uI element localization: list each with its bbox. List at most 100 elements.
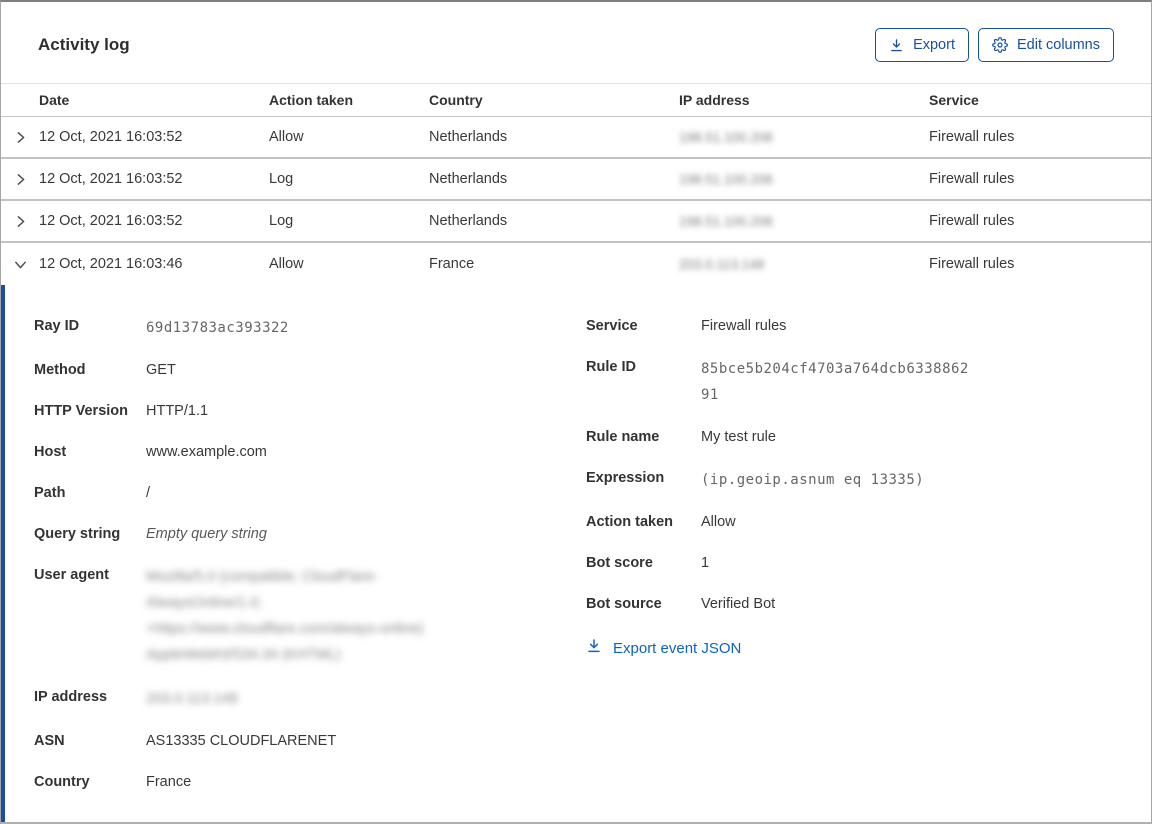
export-event-json-link[interactable]: Export event JSON (586, 638, 741, 658)
detail-field-value: (ip.geoip.asnum eq 13335) (701, 472, 925, 488)
cell-country: Netherlands (429, 171, 508, 187)
detail-field: Bot score 1 (586, 552, 1131, 575)
edit-columns-button-label: Edit columns (1016, 37, 1100, 53)
detail-field-label: Bot source (586, 596, 662, 612)
export-button-label: Export (913, 37, 955, 53)
activity-log-page: Activity log Export Edit columns Date Ac… (0, 0, 1152, 824)
table-row[interactable]: 12 Oct, 2021 16:03:46 Allow France 203.0… (1, 243, 1151, 285)
chevron-down-icon (13, 257, 28, 272)
detail-field-value: 69d13783ac393322 (146, 320, 289, 336)
detail-field: Query string Empty query string (34, 523, 586, 546)
cell-action-taken: Allow (269, 256, 304, 272)
detail-field: Service Firewall rules (586, 315, 1131, 338)
event-detail-panel: Ray ID 69d13783ac393322 Method GET HTTP … (1, 285, 1151, 822)
cell-ip-address: 203.0.113.148 (679, 256, 765, 272)
cell-action-taken: Allow (269, 129, 304, 145)
detail-field: Path / (34, 482, 586, 505)
detail-field: Bot source Verified Bot (586, 593, 1131, 616)
detail-field-value: Empty query string (146, 526, 267, 542)
detail-field-value: Verified Bot (701, 596, 776, 612)
detail-field: Ray ID 69d13783ac393322 (34, 315, 586, 341)
cell-service: Firewall rules (929, 129, 1015, 145)
detail-field-value: AS13335 CLOUDFLARENET (146, 733, 337, 749)
topbar: Activity log Export Edit columns (1, 2, 1151, 83)
detail-field-value: HTTP/1.1 (146, 403, 209, 419)
toolbar-actions: Export Edit columns (875, 28, 1114, 62)
cell-service: Firewall rules (929, 171, 1015, 187)
detail-field-value: France (146, 774, 192, 790)
page-title: Activity log (38, 35, 130, 54)
detail-field: ASN AS13335 CLOUDFLARENET (34, 730, 586, 753)
chevron-right-icon (13, 130, 28, 145)
detail-field-label: Bot score (586, 555, 653, 571)
detail-field-value: Firewall rules (701, 318, 787, 334)
detail-field: Action taken Allow (586, 511, 1131, 534)
cell-country: France (429, 256, 475, 272)
detail-field-label: Action taken (586, 514, 674, 530)
cell-ip-address: 198.51.100.206 (679, 213, 773, 229)
detail-field-value: 85bce5b204cf4703a764dcb633886291 (701, 361, 969, 403)
detail-field-label: IP address (34, 689, 108, 705)
cell-date: 12 Oct, 2021 16:03:46 (39, 256, 183, 272)
detail-field-value: My test rule (701, 429, 776, 445)
cell-date: 12 Oct, 2021 16:03:52 (39, 171, 183, 187)
detail-field-label: Rule ID (586, 359, 636, 375)
detail-field: Country France (34, 771, 586, 794)
detail-field-label: Method (34, 362, 86, 378)
cell-service: Firewall rules (929, 256, 1015, 272)
detail-field-label: HTTP Version (34, 403, 129, 419)
edit-columns-button[interactable]: Edit columns (977, 28, 1114, 62)
cell-date: 12 Oct, 2021 16:03:52 (39, 129, 183, 145)
detail-field-label: Country (34, 774, 90, 790)
cell-action-taken: Log (269, 171, 294, 187)
detail-field: Rule name My test rule (586, 426, 1131, 449)
column-header-action-taken: Action taken (269, 92, 354, 108)
cell-country: Netherlands (429, 213, 508, 229)
detail-field-label: User agent (34, 567, 109, 583)
detail-field-label: Path (34, 485, 66, 501)
detail-field-value: Allow (701, 514, 736, 530)
cell-date: 12 Oct, 2021 16:03:52 (39, 213, 183, 229)
export-button[interactable]: Export (875, 28, 969, 62)
detail-field-label: Rule name (586, 429, 660, 445)
detail-field-label: Expression (586, 470, 665, 486)
detail-field-value: 203.0.113.148 (146, 691, 238, 707)
column-header-date: Date (39, 92, 70, 108)
detail-field-value: / (146, 485, 151, 501)
detail-field: Expression (ip.geoip.asnum eq 13335) (586, 467, 1131, 493)
detail-right-column: Service Firewall rules Rule ID 85bce5b20… (586, 315, 1131, 659)
cell-country: Netherlands (429, 129, 508, 145)
table-row[interactable]: 12 Oct, 2021 16:03:52 Log Netherlands 19… (1, 201, 1151, 243)
detail-field: IP address 203.0.113.148 (34, 686, 586, 712)
detail-field-label: Query string (34, 526, 121, 542)
download-icon (586, 638, 602, 658)
detail-field-label: Host (34, 444, 67, 460)
cell-ip-address: 198.51.100.206 (679, 171, 773, 187)
detail-field-value: GET (146, 362, 176, 378)
detail-field: Method GET (34, 359, 586, 382)
detail-field: User agent Mozilla/5.0 (compatible; Clou… (34, 564, 586, 668)
gear-icon (992, 37, 1008, 53)
chevron-right-icon (13, 214, 28, 229)
column-header-ip-address: IP address (679, 92, 750, 108)
detail-field-value: www.example.com (146, 444, 267, 460)
detail-field-label: ASN (34, 733, 65, 749)
detail-field-label: Service (586, 318, 638, 334)
cell-ip-address: 198.51.100.206 (679, 129, 773, 145)
table-body: 12 Oct, 2021 16:03:52 Allow Netherlands … (1, 117, 1151, 285)
table-row[interactable]: 12 Oct, 2021 16:03:52 Allow Netherlands … (1, 117, 1151, 159)
detail-field: HTTP Version HTTP/1.1 (34, 400, 586, 423)
chevron-right-icon (13, 172, 28, 187)
detail-field-value: 1 (701, 555, 710, 571)
detail-field-label: Ray ID (34, 318, 80, 334)
activity-table: Date Action taken Country IP address Ser… (1, 83, 1151, 285)
column-header-country: Country (429, 92, 483, 108)
detail-field: Rule ID 85bce5b204cf4703a764dcb633886291 (586, 356, 1131, 408)
table-header-row: Date Action taken Country IP address Ser… (1, 83, 1151, 117)
table-row[interactable]: 12 Oct, 2021 16:03:52 Log Netherlands 19… (1, 159, 1151, 201)
cell-service: Firewall rules (929, 213, 1015, 229)
detail-field-value: Mozilla/5.0 (compatible; CloudFlare-Alwa… (146, 569, 424, 663)
download-icon (889, 38, 904, 53)
cell-action-taken: Log (269, 213, 294, 229)
column-header-service: Service (929, 92, 979, 108)
